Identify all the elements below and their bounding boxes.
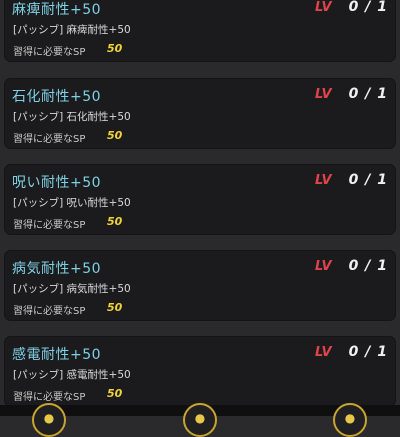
- skill-level: 0 / 1: [348, 344, 388, 360]
- skill-description: [パッシブ] 麻痺耐性+50: [13, 24, 131, 36]
- gold-ring-button-icon: ●: [344, 411, 356, 425]
- skill-card-paralysis[interactable]: 麻痺耐性+50 LV 0 / 1 [パッシブ] 麻痺耐性+50 習得に必要なSP…: [4, 0, 396, 62]
- lv-label: LV: [315, 345, 332, 360]
- sp-required-label: 習得に必要なSP: [13, 134, 86, 145]
- sp-required-label: 習得に必要なSP: [13, 220, 86, 231]
- sp-required-label: 習得に必要なSP: [13, 47, 86, 58]
- bottom-round-button-left[interactable]: ●: [32, 403, 66, 437]
- sp-required-value: 50: [107, 301, 123, 314]
- sp-required-value: 50: [107, 215, 123, 228]
- sp-required-value: 50: [107, 387, 123, 400]
- skill-level: 0 / 1: [348, 86, 388, 102]
- skill-card-petrify[interactable]: 石化耐性+50 LV 0 / 1 [パッシブ] 石化耐性+50 習得に必要なSP…: [4, 78, 396, 149]
- sp-required-label: 習得に必要なSP: [13, 306, 86, 317]
- skill-card-curse[interactable]: 呪い耐性+50 LV 0 / 1 [パッシブ] 呪い耐性+50 習得に必要なSP…: [4, 164, 396, 235]
- skill-name: 石化耐性+50: [12, 89, 102, 105]
- sp-required-label: 習得に必要なSP: [13, 392, 86, 403]
- gold-ring-button-icon: ●: [194, 411, 206, 425]
- skill-level: 0 / 1: [348, 258, 388, 274]
- skill-name: 感電耐性+50: [12, 347, 102, 363]
- skill-list: 麻痺耐性+50 LV 0 / 1 [パッシブ] 麻痺耐性+50 習得に必要なSP…: [0, 0, 400, 416]
- skill-card-shock[interactable]: 感電耐性+50 LV 0 / 1 [パッシブ] 感電耐性+50 習得に必要なSP…: [4, 336, 396, 407]
- skill-description: [パッシブ] 石化耐性+50: [13, 111, 131, 123]
- bottom-round-button-right[interactable]: ●: [333, 403, 367, 437]
- lv-label: LV: [315, 87, 332, 102]
- skill-name: 呪い耐性+50: [12, 175, 102, 191]
- sp-required-value: 50: [107, 42, 123, 55]
- lv-label: LV: [315, 259, 332, 274]
- lv-label: LV: [315, 0, 332, 15]
- skill-card-disease[interactable]: 病気耐性+50 LV 0 / 1 [パッシブ] 病気耐性+50 習得に必要なSP…: [4, 250, 396, 321]
- gold-ring-button-icon: ●: [43, 411, 55, 425]
- bottom-round-button-center[interactable]: ●: [183, 403, 217, 437]
- lv-label: LV: [315, 173, 332, 188]
- skill-name: 病気耐性+50: [12, 261, 102, 277]
- sp-required-value: 50: [107, 129, 123, 142]
- skill-name: 麻痺耐性+50: [12, 2, 102, 18]
- skill-description: [パッシブ] 呪い耐性+50: [13, 197, 131, 209]
- skill-description: [パッシブ] 感電耐性+50: [13, 369, 131, 381]
- skill-level: 0 / 1: [348, 0, 388, 15]
- skill-level: 0 / 1: [348, 172, 388, 188]
- skill-description: [パッシブ] 病気耐性+50: [13, 283, 131, 295]
